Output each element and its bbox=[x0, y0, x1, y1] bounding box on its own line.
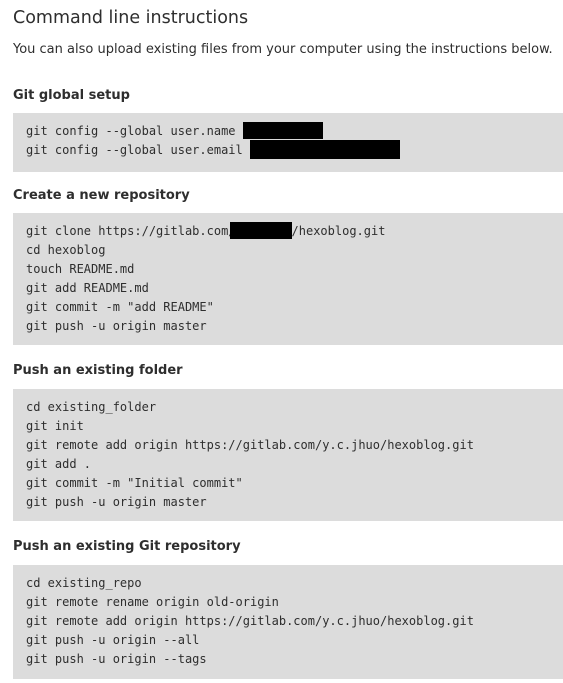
code-line: git push -u origin --all bbox=[26, 633, 200, 647]
redacted-email bbox=[249, 140, 400, 159]
code-line: git config --global user.email bbox=[26, 140, 563, 160]
code-line: cd existing_folder bbox=[26, 400, 157, 414]
code-block-git-global-setup[interactable]: git config --global user.name git config… bbox=[13, 113, 563, 172]
code-line: touch README.md bbox=[26, 262, 135, 276]
code-line: git add README.md bbox=[26, 281, 149, 295]
code-line: git remote rename origin old-origin bbox=[26, 595, 279, 609]
section-title-create-new-repository: Create a new repository bbox=[13, 188, 190, 203]
code-text: git config --global user.email bbox=[26, 143, 250, 157]
command-line-instructions-page: Command line instructions You can also u… bbox=[0, 0, 563, 683]
code-line: cd existing_repo bbox=[26, 576, 142, 590]
code-line: git remote add origin https://gitlab.com… bbox=[26, 438, 474, 452]
section-title-push-existing-folder: Push an existing folder bbox=[13, 363, 183, 378]
redacted-username bbox=[242, 122, 323, 139]
intro-text: You can also upload existing files from … bbox=[13, 42, 553, 57]
section-title-push-existing-git-repository: Push an existing Git repository bbox=[13, 539, 241, 554]
section-title-git-global-setup: Git global setup bbox=[13, 88, 130, 103]
page-title: Command line instructions bbox=[13, 8, 249, 28]
code-line: git commit -m "Initial commit" bbox=[26, 476, 243, 490]
code-text: git clone https://gitlab.com/ bbox=[26, 224, 236, 238]
code-line: git init bbox=[26, 419, 84, 433]
code-line: git push -u origin master bbox=[26, 319, 207, 333]
code-line: git commit -m "add README" bbox=[26, 300, 214, 314]
code-line: git clone https://gitlab.com/ /hexoblog.g… bbox=[26, 222, 563, 241]
code-text: git config --global user.name bbox=[26, 124, 243, 138]
redacted-namespace bbox=[229, 222, 292, 239]
code-line: git config --global user.name bbox=[26, 122, 563, 141]
code-line: git remote add origin https://gitlab.com… bbox=[26, 614, 474, 628]
code-block-create-new-repository[interactable]: git clone https://gitlab.com/ /hexoblog.g… bbox=[13, 213, 563, 345]
code-block-push-existing-folder[interactable]: cd existing_folder git init git remote a… bbox=[13, 389, 563, 521]
code-line: git add . bbox=[26, 457, 92, 471]
code-text: /hexoblog.git bbox=[291, 224, 386, 238]
code-line: cd hexoblog bbox=[26, 243, 106, 257]
code-line: git push -u origin --tags bbox=[26, 652, 207, 666]
code-line: git push -u origin master bbox=[26, 495, 207, 509]
code-block-push-existing-git-repository[interactable]: cd existing_repo git remote rename origi… bbox=[13, 565, 563, 679]
